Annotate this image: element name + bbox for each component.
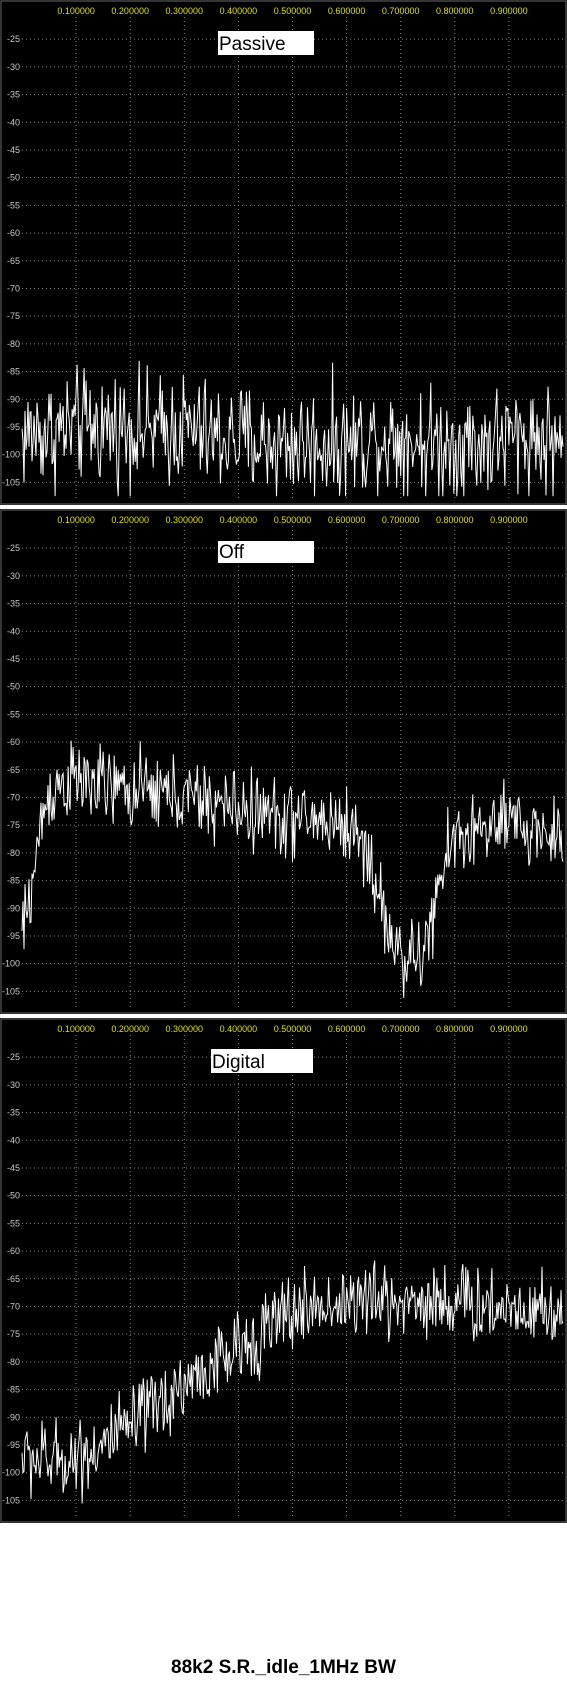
x-tick-label: 0.100000 bbox=[57, 515, 95, 525]
y-tick-label: -75 bbox=[7, 820, 20, 830]
x-tick-label: 0.500000 bbox=[274, 1024, 312, 1034]
y-tick-label: -50 bbox=[7, 1191, 20, 1201]
y-tick-label: -85 bbox=[7, 367, 20, 377]
spectrum-chart-digital: 0.100000 0.200000 0.300000 0.400000 0.500000… bbox=[0, 1018, 567, 1523]
y-tick-label: -90 bbox=[7, 903, 20, 913]
y-tick-label: -40 bbox=[7, 626, 20, 636]
y-tick-label: -105 bbox=[2, 1495, 20, 1505]
x-tick-label: 0.600000 bbox=[328, 6, 366, 16]
y-tick-label: -65 bbox=[7, 256, 20, 266]
figure-caption: 88k2 S.R._idle_1MHz BW bbox=[171, 1657, 396, 1678]
y-tick-label: -35 bbox=[7, 90, 20, 100]
y-tick-label: -60 bbox=[7, 228, 20, 238]
spectrum-plot: 0.100000 0.200000 0.300000 0.400000 0.500000… bbox=[0, 509, 567, 1014]
chart-title: Digital bbox=[212, 1052, 265, 1073]
spectrum-chart-off: 0.100000 0.200000 0.300000 0.400000 0.500000… bbox=[0, 509, 567, 1014]
y-tick-label: -25 bbox=[7, 34, 20, 44]
y-tick-label: -75 bbox=[7, 1329, 20, 1339]
x-tick-label: 0.200000 bbox=[111, 1024, 149, 1034]
y-tick-label: -50 bbox=[7, 173, 20, 183]
y-tick-label: -55 bbox=[7, 200, 20, 210]
y-tick-label: -70 bbox=[7, 1301, 20, 1311]
y-tick-label: -45 bbox=[7, 145, 20, 155]
y-tick-label: -30 bbox=[7, 62, 20, 72]
x-tick-label: 0.400000 bbox=[220, 515, 258, 525]
x-tick-label: 0.300000 bbox=[166, 6, 204, 16]
y-tick-label: -105 bbox=[2, 477, 20, 487]
x-tick-label: 0.400000 bbox=[220, 1024, 258, 1034]
x-tick-label: 0.500000 bbox=[274, 6, 312, 16]
y-tick-label: -70 bbox=[7, 283, 20, 293]
y-tick-label: -85 bbox=[7, 1385, 20, 1395]
x-tick-label: 0.700000 bbox=[382, 1024, 420, 1034]
y-tick-label: -100 bbox=[2, 1468, 20, 1478]
chart-title: Off bbox=[219, 542, 245, 563]
x-tick-label: 0.100000 bbox=[57, 1024, 95, 1034]
y-tick-label: -40 bbox=[7, 1135, 20, 1145]
spectrum-chart-passive: 0.100000 0.200000 0.300000 0.400000 0.500000… bbox=[0, 0, 567, 505]
y-tick-label: -45 bbox=[7, 1163, 20, 1173]
x-tick-label: 0.400000 bbox=[220, 6, 258, 16]
spectrum-trace bbox=[21, 740, 564, 998]
plot-frame bbox=[0, 509, 567, 1014]
x-tick-label: 0.200000 bbox=[111, 6, 149, 16]
y-tick-label: -45 bbox=[7, 654, 20, 664]
y-tick-label: -80 bbox=[7, 339, 20, 349]
y-tick-label: -35 bbox=[7, 1108, 20, 1118]
x-tick-label: 0.900000 bbox=[490, 6, 528, 16]
y-tick-label: -80 bbox=[7, 848, 20, 858]
y-tick-label: -85 bbox=[7, 876, 20, 886]
y-tick-label: -90 bbox=[7, 394, 20, 404]
y-tick-label: -105 bbox=[2, 986, 20, 996]
y-tick-label: -40 bbox=[7, 117, 20, 127]
x-tick-label: 0.700000 bbox=[382, 6, 420, 16]
y-tick-label: -55 bbox=[7, 709, 20, 719]
y-tick-label: -30 bbox=[7, 1080, 20, 1090]
x-tick-label: 0.300000 bbox=[166, 1024, 204, 1034]
x-tick-label: 0.300000 bbox=[166, 515, 204, 525]
y-tick-label: -55 bbox=[7, 1218, 20, 1228]
y-tick-label: -95 bbox=[7, 931, 20, 941]
y-tick-label: -30 bbox=[7, 571, 20, 581]
x-tick-label: 0.600000 bbox=[328, 1024, 366, 1034]
spectrum-plot: 0.100000 0.200000 0.300000 0.400000 0.500000… bbox=[0, 1018, 567, 1523]
y-tick-label: -60 bbox=[7, 737, 20, 747]
y-tick-label: -95 bbox=[7, 1440, 20, 1450]
x-tick-label: 0.100000 bbox=[57, 6, 95, 16]
spectrum-plot: 0.100000 0.200000 0.300000 0.400000 0.500000… bbox=[0, 0, 567, 505]
x-tick-label: 0.800000 bbox=[436, 515, 474, 525]
x-tick-label: 0.600000 bbox=[328, 515, 366, 525]
y-tick-label: -75 bbox=[7, 311, 20, 321]
x-tick-label: 0.200000 bbox=[111, 515, 149, 525]
y-tick-label: -65 bbox=[7, 765, 20, 775]
y-tick-label: -60 bbox=[7, 1246, 20, 1256]
y-tick-label: -100 bbox=[2, 450, 20, 460]
x-tick-label: 0.900000 bbox=[490, 1024, 528, 1034]
y-tick-label: -90 bbox=[7, 1412, 20, 1422]
y-tick-label: -50 bbox=[7, 682, 20, 692]
chart-title: Passive bbox=[219, 34, 286, 55]
y-tick-label: -35 bbox=[7, 599, 20, 609]
y-tick-label: -70 bbox=[7, 792, 20, 802]
y-tick-label: -25 bbox=[7, 1052, 20, 1062]
x-tick-label: 0.800000 bbox=[436, 1024, 474, 1034]
y-tick-label: -65 bbox=[7, 1274, 20, 1284]
x-tick-label: 0.900000 bbox=[490, 515, 528, 525]
y-tick-label: -100 bbox=[2, 959, 20, 969]
y-tick-label: -25 bbox=[7, 543, 20, 553]
y-tick-label: -80 bbox=[7, 1357, 20, 1367]
x-tick-label: 0.800000 bbox=[436, 6, 474, 16]
x-tick-label: 0.500000 bbox=[274, 515, 312, 525]
x-tick-label: 0.700000 bbox=[382, 515, 420, 525]
y-tick-label: -95 bbox=[7, 422, 20, 432]
